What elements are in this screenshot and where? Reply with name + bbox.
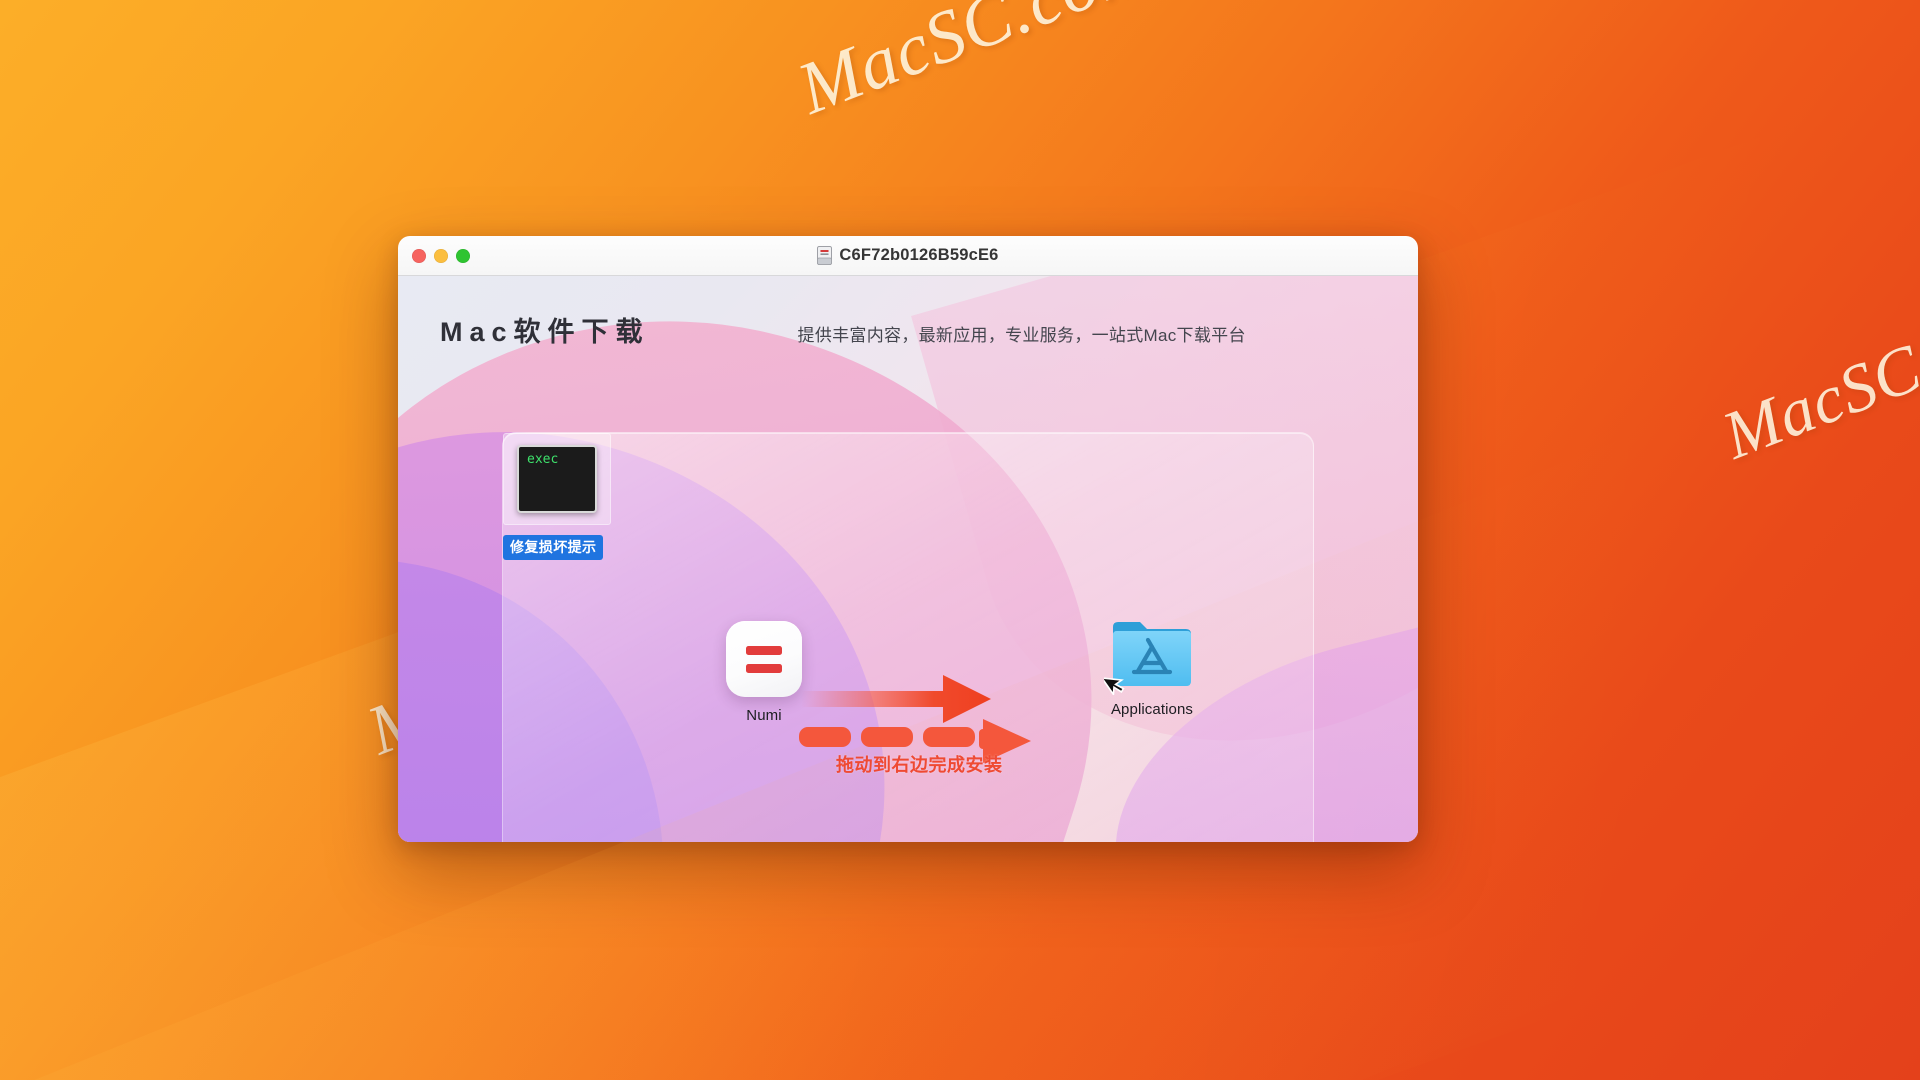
disk-image-icon (817, 246, 833, 265)
drag-hint-text: 拖动到右边完成安装 (836, 755, 1003, 775)
traffic-light-group (412, 248, 470, 263)
close-button[interactable] (412, 248, 426, 263)
zoom-button[interactable] (456, 248, 470, 263)
install-panel: Numi Applications 拖动到右边完成安装 exec 修复损坏提示 (502, 432, 1314, 842)
dmg-installer-window[interactable]: C6F72b0126B59cE6 Mac软件下载 提供丰富内容，最新应用，专业服… (398, 236, 1418, 842)
window-content: Mac软件下载 提供丰富内容，最新应用，专业服务，一站式Mac下载平台 Numi (398, 276, 1418, 842)
watermark-right: MacSC.com (1712, 280, 1920, 474)
brand-tagline: 提供丰富内容，最新应用，专业服务，一站式Mac下载平台 (797, 326, 1246, 345)
watermark-top: MacSC.com (787, 0, 1161, 131)
exec-terminal-text: exec (527, 452, 559, 467)
window-title-group: C6F72b0126B59cE6 (398, 246, 1418, 265)
window-header: Mac软件下载 提供丰富内容，最新应用，专业服务，一站式Mac下载平台 (398, 276, 1418, 349)
window-title: C6F72b0126B59cE6 (839, 246, 999, 264)
window-titlebar[interactable]: C6F72b0126B59cE6 (398, 236, 1418, 276)
brand-title: Mac软件下载 (440, 317, 650, 347)
exec-repair-item[interactable]: exec 修复损坏提示 (503, 433, 611, 560)
numi-app-icon[interactable] (726, 621, 802, 697)
numi-app-label: Numi (746, 707, 782, 724)
exec-repair-label: 修复损坏提示 (503, 535, 604, 560)
numi-app-item[interactable]: Numi (689, 621, 839, 724)
applications-folder-item[interactable]: Applications (1077, 617, 1227, 718)
applications-folder-icon[interactable] (1104, 617, 1194, 695)
exec-terminal-screen: exec (517, 445, 597, 513)
mouse-pointer-icon (1104, 677, 1125, 695)
applications-folder-label: Applications (1110, 701, 1194, 718)
equals-sign-icon-bar-top (746, 645, 782, 655)
minimize-button[interactable] (434, 248, 448, 263)
desktop-background: MacSC.com MacSC.com MacSC.com C6F72b0126… (0, 0, 1920, 1080)
equals-sign-icon-bar-bottom (746, 663, 782, 673)
exec-terminal-icon[interactable]: exec (503, 433, 611, 525)
